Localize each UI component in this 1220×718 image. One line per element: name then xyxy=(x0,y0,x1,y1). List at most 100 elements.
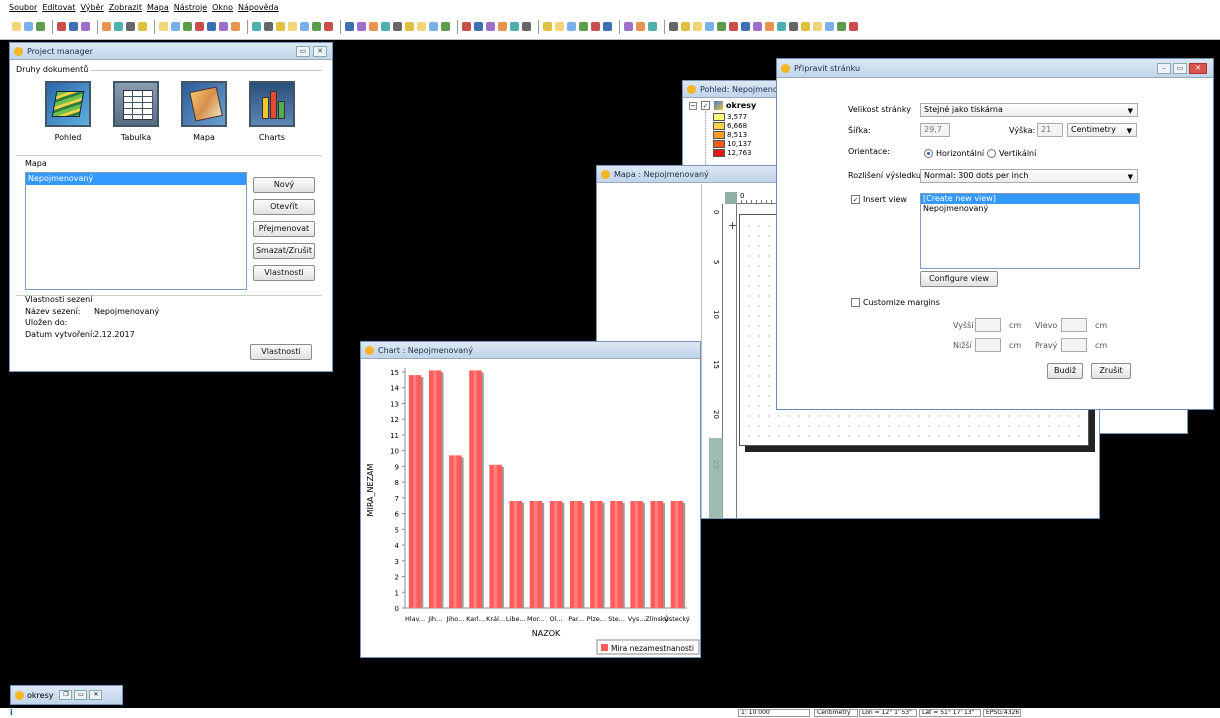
margin-right-field[interactable] xyxy=(1061,338,1087,352)
toolbar-tool-icon[interactable] xyxy=(312,22,321,31)
toolbar-tool-icon[interactable] xyxy=(555,22,564,31)
width-field[interactable]: 29,7 xyxy=(920,123,950,137)
toolbar-tool-icon[interactable] xyxy=(405,22,414,31)
toolbar-tool-icon[interactable] xyxy=(381,22,390,31)
dialog-titlebar[interactable]: Připravit stránku – ▭ ✕ xyxy=(777,59,1213,78)
toolbar-tool-icon[interactable] xyxy=(57,22,66,31)
toolbar-tool-icon[interactable] xyxy=(324,22,333,31)
toolbar-tool-icon[interactable] xyxy=(276,22,285,31)
toolbar-tool-icon[interactable] xyxy=(417,22,426,31)
toolbar-tool-icon[interactable] xyxy=(114,22,123,31)
doc-type-tabulka[interactable]: Tabulka xyxy=(112,81,160,145)
toolbar-tool-icon[interactable] xyxy=(624,22,633,31)
toolbar-tool-icon[interactable] xyxy=(498,22,507,31)
toolbar-tool-icon[interactable] xyxy=(264,22,273,31)
rename-button[interactable]: Přejmenovat xyxy=(253,221,315,237)
toolbar-tool-icon[interactable] xyxy=(462,22,471,31)
toolbar-tool-icon[interactable] xyxy=(393,22,402,31)
toolbar-tool-icon[interactable] xyxy=(543,22,552,31)
height-field[interactable]: 21 xyxy=(1037,123,1063,137)
open-button[interactable]: Otevřít xyxy=(253,199,315,215)
minimize-icon[interactable]: – xyxy=(1157,63,1171,74)
toolbar-tool-icon[interactable] xyxy=(195,22,204,31)
margin-top-field[interactable] xyxy=(975,318,1001,332)
page-size-select[interactable]: Stejné jako tiskárna ▼ xyxy=(920,103,1138,117)
toolbar-tool-icon[interactable] xyxy=(741,22,750,31)
toolbar-tool-icon[interactable] xyxy=(300,22,309,31)
toolbar-tool-icon[interactable] xyxy=(441,22,450,31)
close-icon[interactable]: ✕ xyxy=(313,46,327,57)
session-properties-button[interactable]: Vlastnosti xyxy=(250,344,312,360)
list-item[interactable]: Nepojmenovaný xyxy=(26,173,246,185)
toolbar-tool-icon[interactable] xyxy=(753,22,762,31)
collapse-icon[interactable]: − xyxy=(689,102,697,110)
toolbar-tool-icon[interactable] xyxy=(801,22,810,31)
menu-item-5[interactable]: Nástroje xyxy=(174,3,207,12)
toolbar-tool-icon[interactable] xyxy=(81,22,90,31)
close-icon[interactable]: ✕ xyxy=(1189,63,1207,74)
scale-field[interactable]: 1: 10 000 xyxy=(738,709,810,717)
toolbar-tool-icon[interactable] xyxy=(579,22,588,31)
toolbar-tool-icon[interactable] xyxy=(357,22,366,31)
toolbar-tool-icon[interactable] xyxy=(717,22,726,31)
configure-view-button[interactable]: Configure view xyxy=(920,271,998,287)
minimized-window[interactable]: okresy ❐ ▭ ✕ xyxy=(10,685,123,705)
doc-type-mapa[interactable]: Mapa xyxy=(180,81,228,145)
toolbar-tool-icon[interactable] xyxy=(474,22,483,31)
toolbar-tool-icon[interactable] xyxy=(159,22,168,31)
toolbar-tool-icon[interactable] xyxy=(705,22,714,31)
delete-button[interactable]: Smazat/Zrušit xyxy=(253,243,315,259)
toolbar-tool-icon[interactable] xyxy=(207,22,216,31)
landscape-radio[interactable] xyxy=(924,149,933,158)
margin-left-field[interactable] xyxy=(1061,318,1087,332)
layer-visible-checkbox[interactable]: ✓ xyxy=(701,101,710,110)
menu-item-0[interactable]: Soubor xyxy=(9,3,37,12)
toolbar-tool-icon[interactable] xyxy=(369,22,378,31)
toolbar-tool-icon[interactable] xyxy=(183,22,192,31)
toolbar-tool-icon[interactable] xyxy=(126,22,135,31)
toolbar-tool-icon[interactable] xyxy=(288,22,297,31)
menu-item-3[interactable]: Zobrazit xyxy=(109,3,142,12)
toolbar-tool-icon[interactable] xyxy=(102,22,111,31)
toolbar-tool-icon[interactable] xyxy=(849,22,858,31)
new-button[interactable]: Nový xyxy=(253,177,315,193)
toolbar-tool-icon[interactable] xyxy=(36,22,45,31)
chart-titlebar[interactable]: Chart : Nepojmenovaný xyxy=(361,342,700,359)
list-item[interactable]: [Create new view] xyxy=(921,194,1139,204)
restore-icon[interactable]: ▭ xyxy=(296,46,310,57)
toolbar-tool-icon[interactable] xyxy=(522,22,531,31)
toolbar-tool-icon[interactable] xyxy=(789,22,798,31)
properties-button[interactable]: Vlastnosti xyxy=(253,265,315,281)
toolbar-tool-icon[interactable] xyxy=(219,22,228,31)
resolution-select[interactable]: Normal: 300 dots per inch ▼ xyxy=(920,169,1138,183)
toolbar-tool-icon[interactable] xyxy=(12,22,21,31)
toolbar-tool-icon[interactable] xyxy=(171,22,180,31)
doc-type-charts[interactable]: Charts xyxy=(248,81,296,145)
document-list[interactable]: Nepojmenovaný xyxy=(25,172,247,290)
units-field[interactable]: Centimetry xyxy=(814,709,858,717)
menu-item-7[interactable]: Nápověda xyxy=(238,3,279,12)
ok-button[interactable]: Budiž xyxy=(1047,363,1083,379)
maximize-icon[interactable]: ▭ xyxy=(74,690,88,700)
toolbar-tool-icon[interactable] xyxy=(138,22,147,31)
toolbar-tool-icon[interactable] xyxy=(231,22,240,31)
toolbar-tool-icon[interactable] xyxy=(681,22,690,31)
close-icon[interactable]: ✕ xyxy=(89,690,103,700)
toolbar-tool-icon[interactable] xyxy=(765,22,774,31)
menu-item-4[interactable]: Mapa xyxy=(147,3,169,12)
toolbar-tool-icon[interactable] xyxy=(591,22,600,31)
toolbar-tool-icon[interactable] xyxy=(729,22,738,31)
toolbar-tool-icon[interactable] xyxy=(813,22,822,31)
toolbar-tool-icon[interactable] xyxy=(486,22,495,31)
toolbar-tool-icon[interactable] xyxy=(825,22,834,31)
menu-item-6[interactable]: Okno xyxy=(212,3,233,12)
toolbar-tool-icon[interactable] xyxy=(837,22,846,31)
toolbar-tool-icon[interactable] xyxy=(669,22,678,31)
toolbar-tool-icon[interactable] xyxy=(603,22,612,31)
menu-item-2[interactable]: Výběr xyxy=(80,3,103,12)
portrait-radio[interactable] xyxy=(987,149,996,158)
toolbar-tool-icon[interactable] xyxy=(429,22,438,31)
restore-icon[interactable]: ❐ xyxy=(59,690,73,700)
toolbar-tool-icon[interactable] xyxy=(510,22,519,31)
menu-item-1[interactable]: Editovat xyxy=(42,3,75,12)
